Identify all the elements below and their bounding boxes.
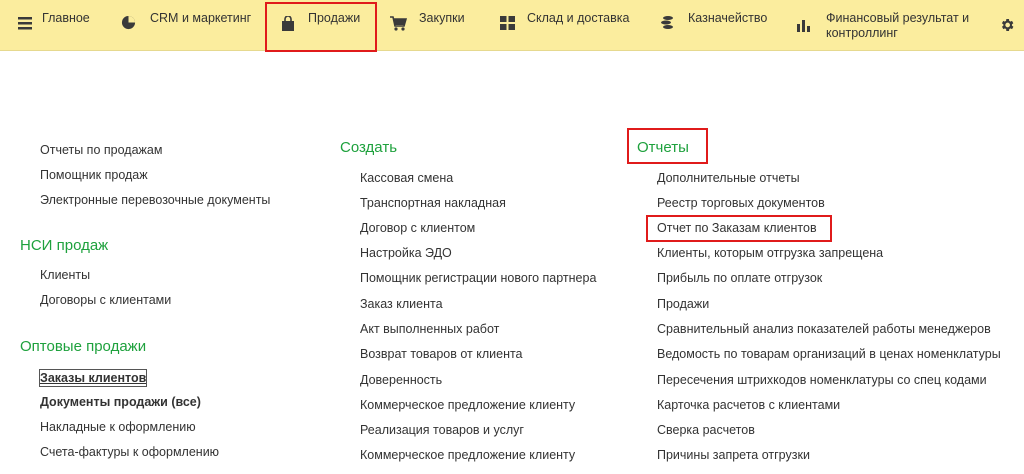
section-label: Продажи	[308, 11, 361, 25]
section-crm[interactable]: CRM и маркетинг	[105, 0, 265, 50]
create-link[interactable]: Кассовая смена	[360, 170, 453, 186]
report-link[interactable]: Сравнительный анализ показателей работы …	[657, 321, 991, 337]
link-invoices-to-process[interactable]: Накладные к оформлению	[40, 419, 196, 435]
link-clients[interactable]: Клиенты	[40, 267, 90, 283]
section-finance[interactable]: Финансовый результат и контроллинг	[792, 0, 982, 50]
section-sales[interactable]: Продажи	[265, 0, 377, 50]
report-link[interactable]: Сверка расчетов	[657, 422, 755, 438]
create-link[interactable]: Договор с клиентом	[360, 220, 475, 236]
coins-icon	[659, 14, 677, 32]
section-label: Казначейство	[688, 11, 768, 25]
gear-icon	[998, 16, 1016, 34]
create-link[interactable]: Транспортная накладная	[360, 195, 506, 211]
cart-icon	[389, 14, 407, 32]
section-treasury[interactable]: Казначейство	[652, 0, 792, 50]
report-link[interactable]: Пересечения штрихкодов номенклатуры со с…	[657, 372, 987, 388]
section-purchases[interactable]: Закупки	[377, 0, 487, 50]
section-label: Главное	[42, 11, 90, 25]
link-sales-reports[interactable]: Отчеты по продажам	[40, 142, 162, 158]
section-label: CRM и маркетинг	[150, 11, 252, 25]
report-customer-orders[interactable]: Отчет по Заказам клиентов	[657, 220, 817, 236]
group-title-create: Создать	[340, 139, 398, 156]
create-link[interactable]: Заказ клиента	[360, 296, 443, 312]
section-label: Финансовый результат и контроллинг	[826, 11, 970, 40]
bar-chart-icon	[795, 16, 813, 34]
create-link[interactable]: Помощник регистрации нового партнера	[360, 270, 596, 286]
report-link[interactable]: Причины запрета отгрузки	[657, 447, 810, 463]
report-link[interactable]: Ведомость по товарам организаций в ценах…	[657, 346, 1001, 362]
report-link[interactable]: Реестр торговых документов	[657, 195, 825, 211]
link-tax-invoices-to-process[interactable]: Счета-фактуры к оформлению	[40, 444, 219, 460]
create-link[interactable]: Реализация товаров и услуг	[360, 422, 524, 438]
warehouse-icon	[498, 14, 516, 32]
create-link[interactable]: Коммерческое предложение клиенту	[360, 397, 575, 413]
report-link[interactable]: Дополнительные отчеты	[657, 170, 800, 186]
create-link[interactable]: Настройка ЭДО	[360, 245, 452, 261]
group-title-reports: Отчеты	[637, 139, 689, 156]
create-link[interactable]: Доверенность	[360, 372, 442, 388]
report-link[interactable]: Прибыль по оплате отгрузок	[657, 270, 822, 286]
link-sales-assistant[interactable]: Помощник продаж	[40, 167, 148, 183]
report-link[interactable]: Карточка расчетов с клиентами	[657, 397, 840, 413]
link-customer-orders[interactable]: Заказы клиентов	[38, 369, 148, 387]
section-warehouse[interactable]: Склад и доставка	[487, 0, 652, 50]
settings-button[interactable]	[992, 0, 1024, 50]
report-link[interactable]: Клиенты, которым отгрузка запрещена	[657, 245, 883, 261]
link-sales-documents-all[interactable]: Документы продажи (все)	[40, 394, 201, 410]
section-label: Закупки	[419, 11, 465, 25]
create-link[interactable]: Возврат товаров от клиента	[360, 346, 523, 362]
group-title-nsi: НСИ продаж	[20, 237, 109, 254]
create-link[interactable]: Коммерческое предложение клиенту	[360, 447, 575, 463]
pie-chart-icon	[119, 13, 137, 31]
section-main[interactable]: Главное	[0, 0, 105, 50]
report-link[interactable]: Продажи	[657, 296, 709, 312]
link-electronic-transport-docs[interactable]: Электронные перевозочные документы	[40, 192, 270, 208]
sections-panel: Главное CRM и маркетинг Продажи Закупки …	[0, 0, 1024, 51]
hamburger-menu-icon	[16, 14, 34, 32]
section-label: Склад и доставка	[527, 11, 630, 25]
link-client-contracts[interactable]: Договоры с клиентами	[40, 292, 171, 308]
group-title-wholesale: Оптовые продажи	[20, 338, 147, 355]
shopping-bag-icon	[279, 14, 297, 32]
create-link[interactable]: Акт выполненных работ	[360, 321, 499, 337]
